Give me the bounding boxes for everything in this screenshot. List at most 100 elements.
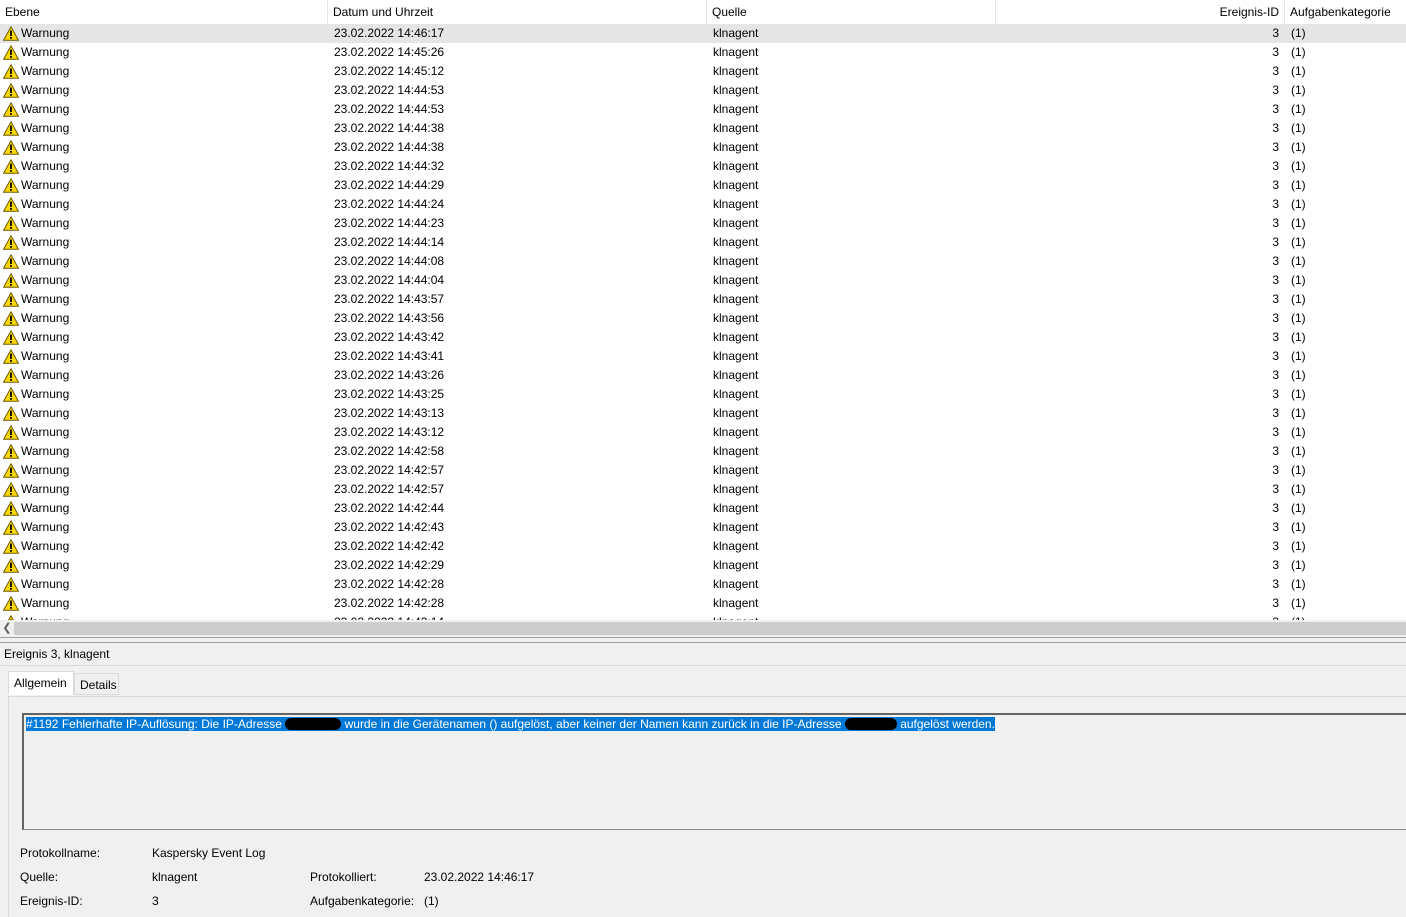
table-row[interactable]: Warnung 23.02.2022 14:42:43 klnagent 3 (1) bbox=[0, 518, 1406, 537]
date-cell: 23.02.2022 14:44:38 bbox=[334, 140, 445, 154]
table-row[interactable]: Warnung 23.02.2022 14:44:32 klnagent 3 (1) bbox=[0, 157, 1406, 176]
tab-details[interactable]: Details bbox=[74, 673, 119, 695]
table-row[interactable]: Warnung 23.02.2022 14:42:28 klnagent 3 (1) bbox=[0, 575, 1406, 594]
event-id-cell: 3 bbox=[1272, 425, 1279, 439]
level-text: Warnung bbox=[21, 235, 70, 249]
table-row[interactable]: Warnung 23.02.2022 14:44:53 klnagent 3 (1) bbox=[0, 100, 1406, 119]
event-id-cell: 3 bbox=[1272, 83, 1279, 97]
level-cell: Warnung bbox=[3, 423, 323, 442]
event-message[interactable]: #1192 Fehlerhafte IP-Auflösung: Die IP-A… bbox=[26, 717, 995, 732]
warning-icon bbox=[3, 348, 20, 364]
table-row[interactable]: Warnung 23.02.2022 14:44:38 klnagent 3 (1) bbox=[0, 119, 1406, 138]
level-cell: Warnung bbox=[3, 575, 323, 594]
source-cell: klnagent bbox=[713, 482, 759, 496]
table-row[interactable]: Warnung 23.02.2022 14:44:29 klnagent 3 (1) bbox=[0, 176, 1406, 195]
category-cell: (1) bbox=[1291, 45, 1306, 59]
column-header-source[interactable]: Quelle bbox=[707, 0, 996, 24]
logged-value: 23.02.2022 14:46:17 bbox=[424, 870, 535, 884]
category-cell: (1) bbox=[1291, 273, 1306, 287]
redacted-ip-2 bbox=[844, 718, 897, 730]
column-header-event-id[interactable]: Ereignis-ID bbox=[996, 0, 1285, 24]
table-row[interactable]: Warnung 23.02.2022 14:45:12 klnagent 3 (1) bbox=[0, 62, 1406, 81]
table-row[interactable]: Warnung 23.02.2022 14:44:53 klnagent 3 (1) bbox=[0, 81, 1406, 100]
warning-icon bbox=[3, 82, 20, 98]
table-row[interactable]: Warnung 23.02.2022 14:43:12 klnagent 3 (1) bbox=[0, 423, 1406, 442]
table-row[interactable]: Warnung 23.02.2022 14:42:58 klnagent 3 (1) bbox=[0, 442, 1406, 461]
level-cell: Warnung bbox=[3, 594, 323, 613]
date-cell: 23.02.2022 14:43:41 bbox=[334, 349, 445, 363]
table-row[interactable]: Warnung 23.02.2022 14:44:14 klnagent 3 (1) bbox=[0, 233, 1406, 252]
source-cell: klnagent bbox=[713, 121, 759, 135]
source-cell: klnagent bbox=[713, 501, 759, 515]
table-row[interactable]: Warnung 23.02.2022 14:42:14 klnagent 3 (1) bbox=[0, 613, 1406, 620]
event-id-cell: 3 bbox=[1272, 235, 1279, 249]
table-row[interactable]: Warnung 23.02.2022 14:43:26 klnagent 3 (1) bbox=[0, 366, 1406, 385]
event-id-cell: 3 bbox=[1272, 577, 1279, 591]
detail-title: Ereignis 3, klnagent bbox=[0, 643, 1406, 666]
warning-icon bbox=[3, 386, 20, 402]
level-cell: Warnung bbox=[3, 309, 323, 328]
tab-content-general: #1192 Fehlerhafte IP-Auflösung: Die IP-A… bbox=[8, 696, 1406, 917]
event-list[interactable]: Ebene Datum und Uhrzeit Quelle Ereignis-… bbox=[0, 0, 1406, 620]
table-row[interactable]: Warnung 23.02.2022 14:43:56 klnagent 3 (1) bbox=[0, 309, 1406, 328]
date-cell: 23.02.2022 14:43:57 bbox=[334, 292, 445, 306]
date-cell: 23.02.2022 14:42:57 bbox=[334, 482, 445, 496]
column-header-level[interactable]: Ebene bbox=[0, 0, 328, 24]
warning-icon bbox=[3, 481, 20, 497]
table-row[interactable]: Warnung 23.02.2022 14:43:41 klnagent 3 (1) bbox=[0, 347, 1406, 366]
message-part-1: #1192 Fehlerhafte IP-Auflösung: Die IP-A… bbox=[26, 717, 286, 731]
date-cell: 23.02.2022 14:43:13 bbox=[334, 406, 445, 420]
warning-icon bbox=[3, 234, 20, 250]
log-name-label: Protokollname: bbox=[20, 846, 101, 860]
table-row[interactable]: Warnung 23.02.2022 14:43:25 klnagent 3 (1) bbox=[0, 385, 1406, 404]
table-row[interactable]: Warnung 23.02.2022 14:42:29 klnagent 3 (1) bbox=[0, 556, 1406, 575]
level-text: Warnung bbox=[21, 406, 70, 420]
table-row[interactable]: Warnung 23.02.2022 14:45:26 klnagent 3 (1) bbox=[0, 43, 1406, 62]
table-row[interactable]: Warnung 23.02.2022 14:44:08 klnagent 3 (1) bbox=[0, 252, 1406, 271]
level-cell: Warnung bbox=[3, 176, 323, 195]
level-cell: Warnung bbox=[3, 233, 323, 252]
source-cell: klnagent bbox=[713, 102, 759, 116]
level-text: Warnung bbox=[21, 159, 70, 173]
level-cell: Warnung bbox=[3, 100, 323, 119]
level-cell: Warnung bbox=[3, 461, 323, 480]
event-message-box[interactable]: #1192 Fehlerhafte IP-Auflösung: Die IP-A… bbox=[22, 713, 1406, 830]
level-text: Warnung bbox=[21, 121, 70, 135]
level-text: Warnung bbox=[21, 140, 70, 154]
warning-icon bbox=[3, 139, 20, 155]
column-header-date[interactable]: Datum und Uhrzeit bbox=[328, 0, 707, 24]
level-text: Warnung bbox=[21, 197, 70, 211]
warning-icon bbox=[3, 538, 20, 554]
event-id-cell: 3 bbox=[1272, 197, 1279, 211]
table-row[interactable]: Warnung 23.02.2022 14:44:24 klnagent 3 (1) bbox=[0, 195, 1406, 214]
level-text: Warnung bbox=[21, 64, 70, 78]
table-row[interactable]: Warnung 23.02.2022 14:42:42 klnagent 3 (1) bbox=[0, 537, 1406, 556]
category-cell: (1) bbox=[1291, 292, 1306, 306]
chevron-left-icon[interactable]: ❮ bbox=[0, 620, 14, 637]
source-cell: klnagent bbox=[713, 444, 759, 458]
date-cell: 23.02.2022 14:43:56 bbox=[334, 311, 445, 325]
level-cell: Warnung bbox=[3, 385, 323, 404]
table-row[interactable]: Warnung 23.02.2022 14:43:57 klnagent 3 (1) bbox=[0, 290, 1406, 309]
category-cell: (1) bbox=[1291, 444, 1306, 458]
table-row[interactable]: Warnung 23.02.2022 14:44:38 klnagent 3 (1) bbox=[0, 138, 1406, 157]
scrollbar-thumb[interactable] bbox=[14, 622, 1406, 635]
table-row[interactable]: Warnung 23.02.2022 14:46:17 klnagent 3 (1) bbox=[0, 24, 1406, 43]
category-cell: (1) bbox=[1291, 197, 1306, 211]
table-row[interactable]: Warnung 23.02.2022 14:44:04 klnagent 3 (1) bbox=[0, 271, 1406, 290]
column-header-category[interactable]: Aufgabenkategorie bbox=[1285, 0, 1406, 24]
table-row[interactable]: Warnung 23.02.2022 14:43:42 klnagent 3 (1) bbox=[0, 328, 1406, 347]
source-cell: klnagent bbox=[713, 140, 759, 154]
category-cell: (1) bbox=[1291, 368, 1306, 382]
table-row[interactable]: Warnung 23.02.2022 14:42:44 klnagent 3 (1) bbox=[0, 499, 1406, 518]
level-text: Warnung bbox=[21, 273, 70, 287]
table-row[interactable]: Warnung 23.02.2022 14:44:23 klnagent 3 (1) bbox=[0, 214, 1406, 233]
horizontal-scrollbar[interactable]: ❮ bbox=[0, 620, 1406, 637]
event-id-cell: 3 bbox=[1272, 26, 1279, 40]
table-row[interactable]: Warnung 23.02.2022 14:43:13 klnagent 3 (1) bbox=[0, 404, 1406, 423]
table-row[interactable]: Warnung 23.02.2022 14:42:57 klnagent 3 (1) bbox=[0, 461, 1406, 480]
source-cell: klnagent bbox=[713, 463, 759, 477]
table-row[interactable]: Warnung 23.02.2022 14:42:57 klnagent 3 (1) bbox=[0, 480, 1406, 499]
table-row[interactable]: Warnung 23.02.2022 14:42:28 klnagent 3 (1) bbox=[0, 594, 1406, 613]
tab-general[interactable]: Allgemein bbox=[8, 671, 74, 695]
